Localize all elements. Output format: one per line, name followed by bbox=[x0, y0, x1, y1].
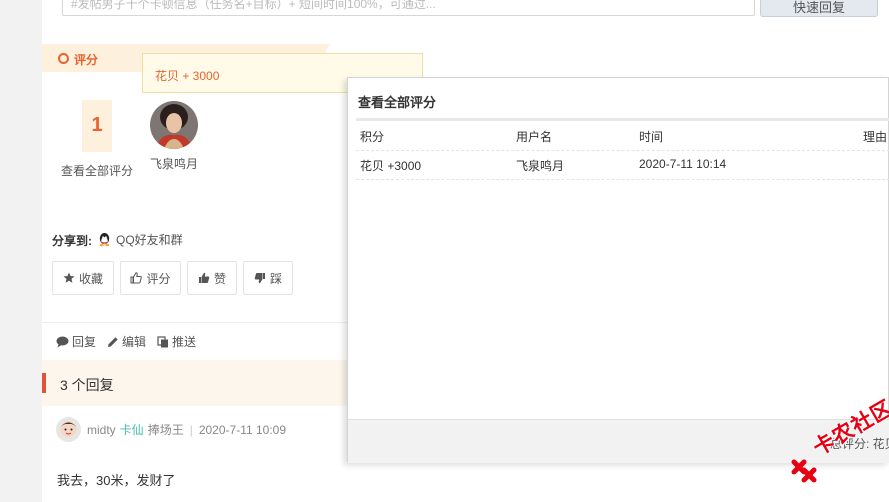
site-watermark: 卡农社区 bbox=[790, 396, 889, 490]
reply-author-name[interactable]: midty bbox=[87, 423, 116, 437]
favorite-label: 收藏 bbox=[78, 271, 103, 286]
favorite-button[interactable]: 收藏 bbox=[52, 261, 114, 295]
table-cell-time: 2020-7-11 10:14 bbox=[639, 157, 727, 171]
reply-content: 我去，30米，发财了 bbox=[57, 473, 176, 488]
circle-icon bbox=[58, 53, 69, 64]
comment-icon bbox=[56, 336, 69, 347]
column-header-score: 积分 bbox=[360, 130, 385, 144]
dislike-button[interactable]: 踩 bbox=[243, 261, 293, 295]
column-header-time: 时间 bbox=[639, 130, 664, 144]
push-action-label: 推送 bbox=[172, 335, 197, 349]
like-label: 赞 bbox=[213, 271, 226, 286]
share-qq-link[interactable]: QQ好友和群 bbox=[97, 231, 183, 248]
logo-icon bbox=[791, 459, 817, 483]
reply-author-tag: 卡仙 bbox=[119, 423, 144, 437]
reply-action-label: 回复 bbox=[72, 335, 97, 349]
all-ratings-dialog: 查看全部评分 积分 用户名 时间 理由 花贝 +3000 飞泉鸣月 2020-7… bbox=[347, 77, 889, 463]
rating-section-label: 评分 bbox=[74, 53, 99, 67]
rater-name[interactable]: 飞泉鸣月 bbox=[150, 155, 198, 172]
replies-header-mark bbox=[42, 373, 46, 393]
rate-label: 评分 bbox=[146, 271, 171, 286]
dislike-label: 踩 bbox=[269, 271, 282, 286]
reply-time: 2020-7-11 10:09 bbox=[198, 422, 287, 437]
reply-author-avatar[interactable] bbox=[56, 417, 81, 442]
reply-input[interactable]: #发帖男子十个卡顿信息（任务名+目标）+ 短间时间100%，可通过... bbox=[62, 0, 755, 16]
rater-avatar[interactable] bbox=[150, 101, 198, 149]
page-left-gutter bbox=[0, 0, 42, 502]
post-actions: 回复 编辑 推送 bbox=[56, 333, 196, 350]
qq-icon bbox=[99, 232, 110, 247]
view-all-ratings-link[interactable]: 查看全部评分 bbox=[61, 162, 133, 179]
edit-action-label: 编辑 bbox=[122, 335, 147, 349]
share-qq-label: QQ好友和群 bbox=[116, 233, 183, 247]
rate-button[interactable]: 评分 bbox=[120, 261, 181, 295]
star-icon bbox=[63, 272, 75, 283]
rating-count[interactable]: 1 bbox=[82, 100, 112, 152]
replies-count: 3 个回复 bbox=[60, 377, 114, 393]
replies-header: 3 个回复 bbox=[42, 360, 347, 406]
divider bbox=[42, 322, 347, 323]
push-action[interactable]: 推送 bbox=[157, 333, 196, 350]
table-cell-score: 花贝 +3000 bbox=[360, 159, 422, 173]
thumbs-up-icon bbox=[198, 272, 210, 283]
edit-action[interactable]: 编辑 bbox=[107, 333, 146, 350]
dialog-title: 查看全部评分 bbox=[358, 95, 437, 110]
quick-reply-button[interactable]: 快速回复 bbox=[760, 0, 878, 17]
like-button[interactable]: 赞 bbox=[187, 261, 237, 295]
thumbs-up-outline-icon bbox=[130, 272, 143, 284]
divider bbox=[356, 150, 889, 151]
divider bbox=[356, 118, 889, 121]
column-header-reason: 理由 bbox=[863, 130, 888, 144]
thumbs-down-icon bbox=[254, 273, 265, 284]
reply-author-line: midty 卡仙 捧场王 | 2020-7-11 10:09 bbox=[56, 417, 286, 442]
column-header-user: 用户名 bbox=[516, 130, 553, 144]
separator: | bbox=[189, 422, 193, 437]
reply-action[interactable]: 回复 bbox=[56, 333, 96, 350]
table-cell-user[interactable]: 飞泉鸣月 bbox=[516, 157, 564, 174]
share-label: 分享到: bbox=[52, 234, 92, 248]
pencil-icon bbox=[108, 336, 118, 347]
copy-icon bbox=[157, 335, 169, 347]
reply-author-title: 捧场王 bbox=[147, 423, 184, 437]
divider bbox=[356, 179, 889, 180]
